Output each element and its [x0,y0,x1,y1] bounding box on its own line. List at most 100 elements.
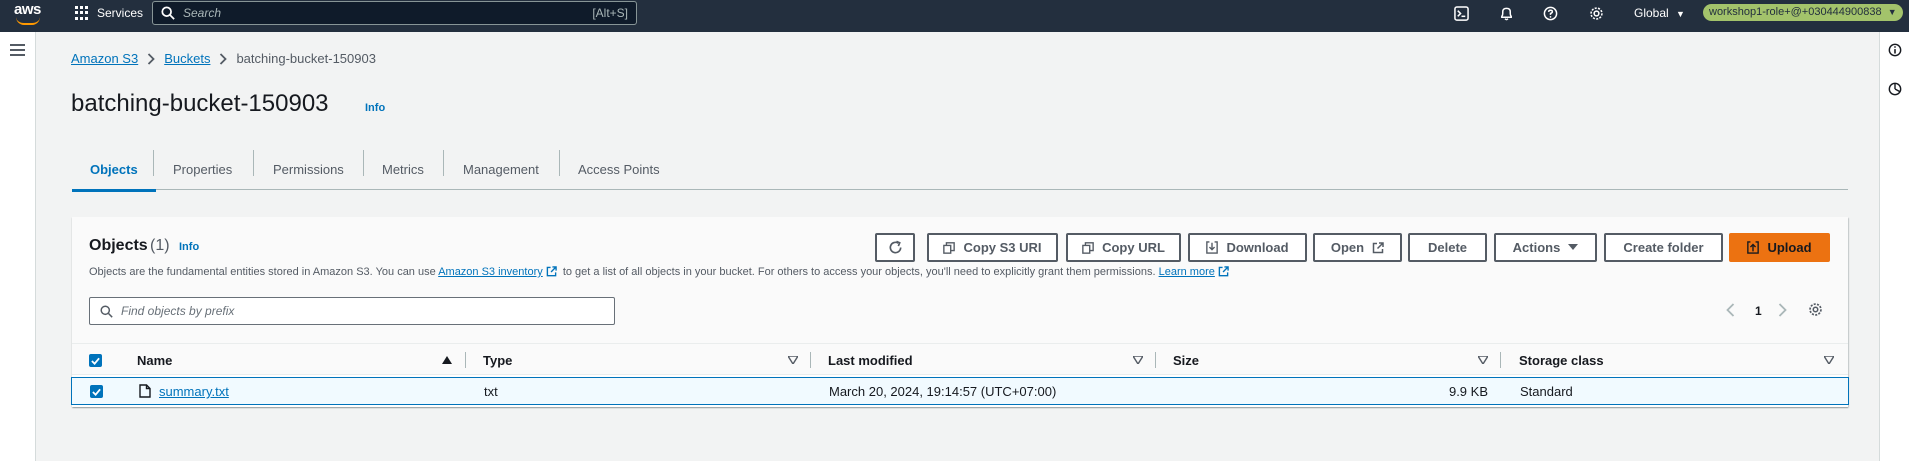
download-icon [1206,241,1219,254]
row-checkbox[interactable] [90,385,103,398]
sort-down-icon[interactable] [1824,356,1834,364]
caret-down-icon [1568,244,1579,251]
breadcrumb-buckets[interactable]: Buckets [164,51,210,66]
left-rail [0,32,36,461]
tab-management[interactable]: Management [463,150,539,189]
open-button[interactable]: Open [1313,233,1402,262]
preferences-gear-icon[interactable] [1808,302,1823,317]
column-divider [810,352,811,368]
refresh-icon [889,240,901,254]
checkmark-icon [91,357,100,365]
actions-dropdown-button[interactable]: Actions [1494,233,1597,262]
external-link-icon [1372,241,1384,254]
tab-divider [153,150,154,176]
chevron-right-icon[interactable] [1778,303,1787,317]
services-label: Services [97,6,144,20]
create-folder-label: Create folder [1623,240,1704,255]
column-header-type[interactable]: Type [483,344,512,376]
tab-access-points[interactable]: Access Points [578,150,660,189]
page-title: batching-bucket-150903 [71,90,329,117]
learn-more-link[interactable]: Learn more [1159,266,1215,278]
breadcrumb-amazon-s3[interactable]: Amazon S3 [71,51,138,66]
chevron-right-icon [219,52,228,65]
title-info-link[interactable]: Info [365,102,385,114]
object-name-cell: summary.txt [159,384,229,399]
checkmark-icon [92,388,101,396]
aws-logo[interactable]: aws [14,2,44,28]
global-search[interactable]: [Alt+S] [152,1,637,25]
top-navigation-bar: aws Services [Alt+S] Global ▼ workshop1-… [0,0,1909,32]
bell-icon[interactable] [1497,4,1515,22]
delete-label: Delete [1427,240,1468,255]
copy-icon [1082,241,1094,254]
column-header-name[interactable]: Name [137,344,172,376]
tab-properties[interactable]: Properties [173,150,232,189]
sort-down-icon[interactable] [1133,356,1143,364]
objects-count: (1) [150,237,170,254]
cloudshell-icon[interactable] [1452,4,1470,22]
bucket-tabs: Objects Properties Permissions Metrics M… [72,150,1848,192]
table-row[interactable]: summary.txt txt March 20, 2024, 19:14:57… [71,377,1849,405]
column-divider [1155,352,1156,368]
services-menu-button[interactable]: Services [75,0,143,26]
copy-url-button[interactable]: Copy URL [1066,233,1181,262]
find-objects-input[interactable] [121,304,601,318]
select-all-checkbox[interactable] [89,354,102,367]
chevron-right-icon [147,52,155,65]
objects-info-link[interactable]: Info [179,241,199,253]
aws-smile-icon [16,17,40,25]
account-menu[interactable]: workshop1-role+@+030444900838 ▼ [1703,4,1903,21]
column-divider [465,352,466,368]
sort-down-icon[interactable] [788,356,798,364]
object-last-modified-cell: March 20, 2024, 19:14:57 (UTC+07:00) [829,384,1057,399]
tab-objects[interactable]: Objects [72,150,156,192]
search-shortcut-hint: [Alt+S] [592,6,628,20]
copy-s3-uri-button[interactable]: Copy S3 URI [927,233,1058,262]
sort-ascending-icon[interactable] [442,356,452,364]
object-type-cell: txt [484,384,498,399]
caret-down-icon: ▼ [1676,9,1685,19]
info-panel-icon[interactable] [1888,43,1902,57]
account-label: workshop1-role+@+030444900838 [1709,6,1882,18]
sort-down-icon[interactable] [1478,356,1488,364]
description-text-start: Objects are the fundamental entities sto… [89,266,436,278]
column-header-storage-class[interactable]: Storage class [1519,344,1604,376]
column-divider [1500,352,1501,368]
download-label: Download [1226,240,1289,255]
s3-inventory-link[interactable]: Amazon S3 inventory [438,266,543,278]
actions-label: Actions [1512,240,1561,255]
tab-divider [253,150,254,176]
file-icon [139,384,151,398]
tutorial-panel-icon[interactable] [1888,82,1902,96]
page-number[interactable]: 1 [1755,304,1762,318]
create-folder-button[interactable]: Create folder [1604,233,1723,262]
external-link-icon [1218,266,1229,277]
tab-divider [559,150,560,176]
delete-button[interactable]: Delete [1408,233,1487,262]
upload-icon [1747,241,1760,254]
help-icon[interactable] [1541,4,1559,22]
search-input[interactable] [183,6,563,20]
upload-button[interactable]: Upload [1729,233,1830,262]
description-text-middle: to get a list of all objects in your buc… [562,266,1156,278]
tab-divider [363,150,364,176]
breadcrumb: Amazon S3 Buckets batching-bucket-150903 [71,51,376,66]
breadcrumb-current: batching-bucket-150903 [236,51,376,66]
find-objects-field[interactable] [89,297,615,325]
refresh-button[interactable] [875,233,915,262]
download-button[interactable]: Download [1188,233,1307,262]
objects-panel: Objects (1) Info Objects are the fundame… [71,217,1849,407]
search-icon [161,6,175,20]
tab-permissions[interactable]: Permissions [273,150,344,189]
chevron-left-icon[interactable] [1726,303,1735,317]
tab-divider [443,150,444,176]
object-name-link[interactable]: summary.txt [159,384,229,399]
column-header-last-modified[interactable]: Last modified [828,344,913,376]
tab-metrics[interactable]: Metrics [382,150,424,189]
settings-gear-icon[interactable] [1587,4,1605,22]
grid-icon [75,6,89,20]
caret-down-icon: ▼ [1887,7,1897,17]
menu-hamburger-icon[interactable] [10,44,25,56]
column-header-size[interactable]: Size [1173,344,1199,376]
region-selector[interactable]: Global ▼ [1634,6,1685,20]
